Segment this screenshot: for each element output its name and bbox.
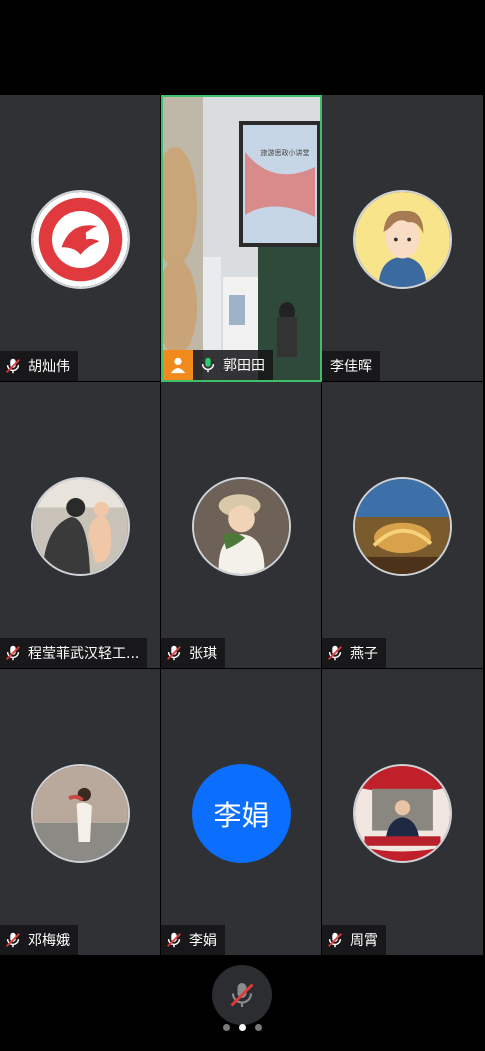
svg-text:旅游思政小讲堂: 旅游思政小讲堂 (261, 148, 310, 157)
mic-muted-icon (6, 932, 20, 948)
participant-name: 胡灿伟 (28, 359, 70, 375)
participant-tile[interactable]: 邓梅娥 (0, 669, 161, 956)
hawks-logo-avatar (31, 190, 130, 289)
participant-tile[interactable]: 周霄 (322, 669, 483, 956)
anime-boy-avatar (353, 190, 452, 289)
mic-muted-icon (328, 645, 342, 661)
text-avatar: 李娟 (192, 764, 291, 863)
mic-muted-icon (6, 645, 20, 661)
photo-avatar (353, 477, 452, 576)
host-icon (163, 350, 193, 380)
name-tag: 周霄 (322, 925, 386, 955)
page-dot[interactable] (255, 1024, 262, 1031)
participant-name: 周霄 (350, 933, 378, 949)
participant-name: 张琪 (189, 646, 217, 662)
page-dot[interactable] (223, 1024, 230, 1031)
participant-name: 燕子 (350, 646, 378, 662)
page-indicator[interactable] (0, 1024, 485, 1031)
name-tag: 李佳晖 (322, 351, 380, 381)
mic-muted-icon (167, 932, 181, 948)
mic-muted-icon (230, 983, 254, 1007)
photo-avatar (31, 477, 130, 576)
participant-tile[interactable]: 胡灿伟 (0, 95, 161, 382)
participant-tile[interactable]: 燕子 (322, 382, 483, 669)
name-tag: 程莹菲武汉轻工... (0, 638, 148, 668)
mic-muted-icon (6, 358, 20, 374)
video-feed: 旅游思政小讲堂 (163, 97, 320, 380)
name-tag: 李娟 (161, 925, 225, 955)
photo-avatar (31, 764, 130, 863)
participant-tile-active[interactable]: 旅游思政小讲堂 郭田田 (161, 95, 322, 382)
participant-name: 李佳晖 (330, 359, 372, 375)
mic-speaking-icon (201, 357, 215, 373)
page-dot-current[interactable] (239, 1024, 246, 1031)
photo-avatar (353, 764, 452, 863)
photo-avatar (192, 477, 291, 576)
name-tag: 胡灿伟 (0, 351, 78, 381)
participant-name: 程莹菲武汉轻工... (28, 646, 140, 662)
participant-tile[interactable]: 程莹菲武汉轻工... (0, 382, 161, 669)
participant-grid: 胡灿伟 旅游思政小讲堂 郭田田 李佳晖 程莹菲武汉轻工... 张琪 燕子 邓梅娥… (0, 95, 485, 956)
participant-name: 李娟 (189, 933, 217, 949)
mute-toggle-button[interactable] (212, 965, 272, 1025)
participant-tile[interactable]: 张琪 (161, 382, 322, 669)
participant-tile[interactable]: 李佳晖 (322, 95, 483, 382)
name-tag: 邓梅娥 (0, 925, 78, 955)
participant-name: 郭田田 (223, 358, 265, 374)
mic-muted-icon (167, 645, 181, 661)
participant-name: 邓梅娥 (28, 933, 70, 949)
mic-muted-icon (328, 932, 342, 948)
participant-tile[interactable]: 李娟 李娟 (161, 669, 322, 956)
name-tag: 张琪 (161, 638, 225, 668)
name-tag: 郭田田 (163, 350, 273, 380)
name-tag: 燕子 (322, 638, 386, 668)
